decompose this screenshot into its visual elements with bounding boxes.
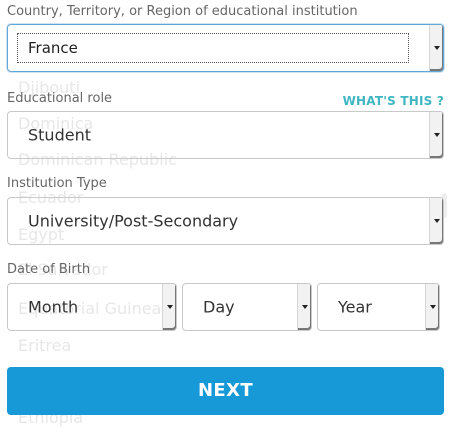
country-select[interactable]: France xyxy=(7,24,444,72)
chevron-down-icon[interactable] xyxy=(297,284,311,330)
education-form: Djibouti Dominica Dominican Republic Ecu… xyxy=(0,0,460,446)
educational-role-label: Educational role xyxy=(7,91,113,106)
birth-day-select[interactable]: Day xyxy=(182,283,312,331)
birth-year-value: Year xyxy=(338,297,372,317)
date-of-birth-label: Date of Birth xyxy=(7,262,91,277)
whats-this-link[interactable]: WHAT'S THIS ? xyxy=(343,94,444,108)
country-label: Country, Territory, or Region of educati… xyxy=(7,4,358,19)
birth-day-value: Day xyxy=(203,297,235,317)
institution-type-select[interactable]: University/Post-Secondary xyxy=(7,197,444,245)
chevron-down-icon[interactable] xyxy=(162,284,176,330)
chevron-down-icon[interactable] xyxy=(429,112,443,158)
institution-type-value: University/Post-Secondary xyxy=(28,211,239,231)
country-select-value: France xyxy=(28,39,78,57)
chevron-down-icon[interactable] xyxy=(429,25,443,71)
birth-year-select[interactable]: Year xyxy=(317,283,440,331)
next-button[interactable]: NEXT xyxy=(7,367,444,415)
birth-month-value: Month xyxy=(28,297,79,317)
birth-month-select[interactable]: Month xyxy=(7,283,177,331)
educational-role-select[interactable]: Student xyxy=(7,111,444,159)
institution-type-label: Institution Type xyxy=(7,176,107,191)
dropdown-option-eritrea[interactable]: Eritrea xyxy=(18,336,71,355)
chevron-down-icon[interactable] xyxy=(425,284,439,330)
educational-role-value: Student xyxy=(28,125,91,145)
chevron-down-icon[interactable] xyxy=(429,198,443,244)
